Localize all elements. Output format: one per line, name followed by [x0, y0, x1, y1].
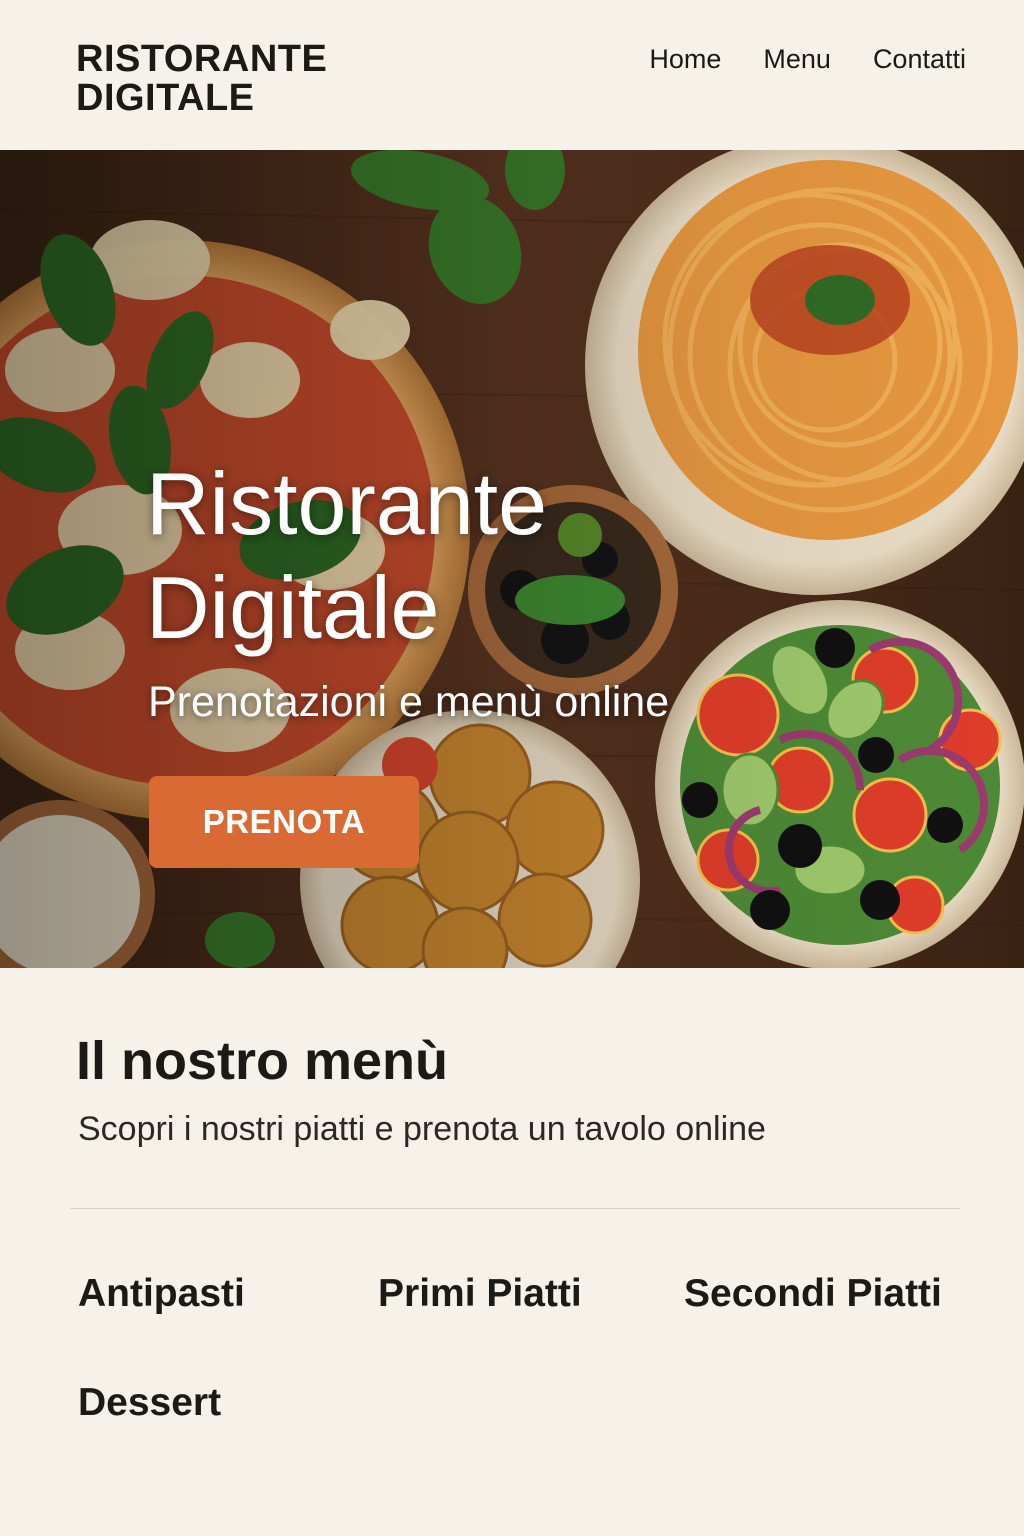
- category-secondi-piatti[interactable]: Secondi Piatti: [684, 1272, 942, 1316]
- category-dessert[interactable]: Dessert: [78, 1381, 221, 1425]
- category-antipasti[interactable]: Antipasti: [78, 1272, 245, 1316]
- menu-section-title: Il nostro menù: [76, 1031, 449, 1091]
- nav-home-link[interactable]: Home: [649, 44, 721, 75]
- main-nav: Home Menu Contatti: [649, 44, 966, 75]
- category-primi-piatti[interactable]: Primi Piatti: [378, 1272, 582, 1316]
- logo-line-1: RISTORANTE: [76, 38, 328, 80]
- menu-section-description: Scopri i nostri piatti e prenota un tavo…: [78, 1110, 766, 1148]
- nav-menu-link[interactable]: Menu: [763, 44, 831, 75]
- hero-title-line-2: Digitale: [146, 558, 440, 657]
- logo-line-2: DIGITALE: [76, 77, 255, 119]
- menu-section: Il nostro menù Scopri i nostri piatti e …: [0, 968, 1024, 1536]
- hero-banner: Ristorante Digitale Prenotazioni e menù …: [0, 150, 1024, 968]
- site-logo[interactable]: RISTORANTE DIGITALE: [76, 40, 327, 118]
- prenota-button[interactable]: PRENOTA: [149, 776, 419, 868]
- nav-contatti-link[interactable]: Contatti: [873, 44, 966, 75]
- hero-subtitle: Prenotazioni e menù online: [148, 678, 670, 726]
- section-divider: [70, 1208, 960, 1209]
- hero-title: Ristorante Digitale: [146, 452, 547, 660]
- site-header: RISTORANTE DIGITALE Home Menu Contatti: [0, 0, 1024, 150]
- hero-title-line-1: Ristorante: [146, 454, 548, 553]
